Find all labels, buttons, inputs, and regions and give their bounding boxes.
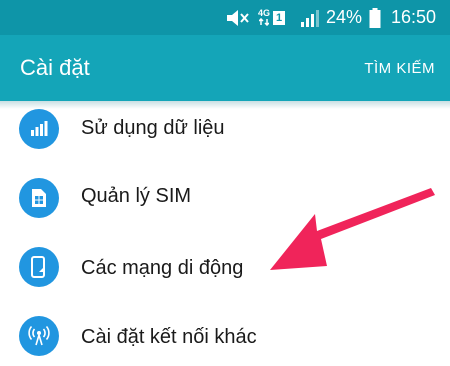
settings-item-data-usage[interactable]: Sử dụng dữ liệu — [0, 94, 450, 164]
settings-screen: 4G 1 24% 16:50 Cài đặt TÌM KIẾM Sử dụng … — [0, 0, 450, 366]
network-type-label: 4G — [258, 8, 271, 18]
settings-item-label: Quản lý SIM — [81, 185, 192, 207]
app-bar: Cài đặt TÌM KIẾM — [0, 35, 450, 101]
search-button[interactable]: TÌM KIẾM — [364, 60, 435, 77]
mute-icon — [224, 0, 250, 35]
battery-percent: 24% — [326, 7, 363, 27]
sim-card-icon — [19, 178, 59, 218]
sim-slot-badge: 1 — [273, 10, 286, 25]
settings-item-sim-manager[interactable]: Quản lý SIM — [0, 163, 450, 233]
battery-icon — [369, 0, 383, 35]
settings-item-label: Sử dụng dữ liệu — [81, 117, 225, 139]
status-bar: 4G 1 24% 16:50 — [0, 0, 450, 35]
page-title: Cài đặt — [20, 55, 90, 80]
settings-item-other-connections[interactable]: Cài đặt kết nối khác — [0, 300, 450, 366]
settings-item-label: Các mạng di động — [81, 257, 244, 279]
connection-icon — [19, 316, 59, 356]
data-usage-icon — [19, 109, 59, 149]
signal-strength-icon — [300, 0, 322, 35]
settings-item-mobile-networks[interactable]: Các mạng di động — [0, 232, 450, 302]
data-activity-icon — [259, 18, 269, 26]
mobile-network-icon — [19, 247, 59, 287]
settings-item-label: Cài đặt kết nối khác — [81, 326, 257, 348]
network-indicator: 4G 1 — [258, 0, 292, 35]
clock: 16:50 — [391, 7, 437, 27]
